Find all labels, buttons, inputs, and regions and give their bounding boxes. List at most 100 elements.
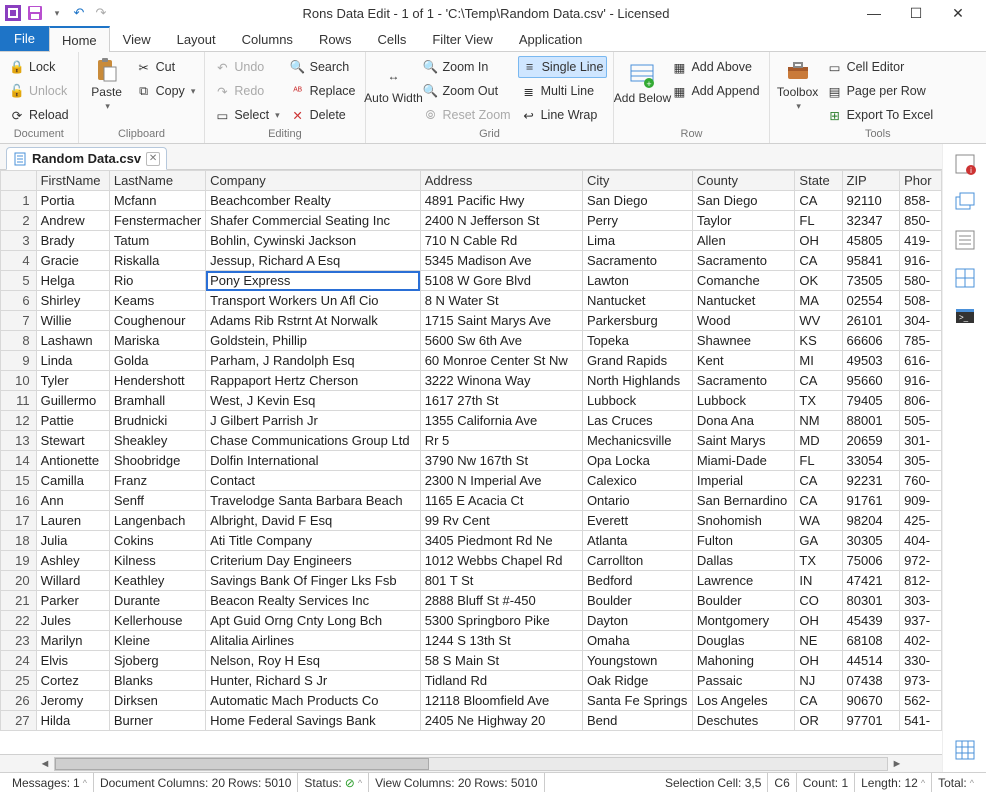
row-number[interactable]: 3 <box>1 231 37 251</box>
cell[interactable]: Bohlin, Cywinski Jackson <box>206 231 421 251</box>
cell[interactable]: OR <box>795 711 842 731</box>
cell[interactable]: Sacramento <box>692 251 795 271</box>
console-icon[interactable]: >_ <box>953 304 977 328</box>
cell[interactable]: 47421 <box>842 571 900 591</box>
row-number[interactable]: 10 <box>1 371 37 391</box>
singleline-button[interactable]: ≡Single Line <box>518 56 608 78</box>
unlock-button[interactable]: 🔓Unlock <box>6 80 72 102</box>
cell[interactable]: San Diego <box>582 191 692 211</box>
cell[interactable]: Oak Ridge <box>582 671 692 691</box>
cell[interactable]: OH <box>795 231 842 251</box>
toolbox-button[interactable]: Toolbox▾ <box>776 56 820 112</box>
cell[interactable]: WV <box>795 311 842 331</box>
addbelow-button[interactable]: +Add Below <box>620 56 664 112</box>
minimize-button[interactable]: — <box>862 5 886 22</box>
table-row[interactable]: 5HelgaRioPony Express5108 W Gore BlvdLaw… <box>1 271 942 291</box>
select-button[interactable]: ▭Select▾ <box>211 104 282 126</box>
row-number[interactable]: 5 <box>1 271 37 291</box>
cell[interactable]: North Highlands <box>582 371 692 391</box>
cell[interactable]: Ati Title Company <box>206 531 421 551</box>
cell[interactable]: Portia <box>36 191 109 211</box>
cell[interactable]: Ann <box>36 491 109 511</box>
cell[interactable]: 858- <box>900 191 942 211</box>
cell[interactable]: OK <box>795 271 842 291</box>
cell[interactable]: MD <box>795 431 842 451</box>
redo-button[interactable]: ↷Redo <box>211 80 282 102</box>
replace-button[interactable]: ᴬᴮReplace <box>287 80 359 102</box>
cell[interactable]: Carrollton <box>582 551 692 571</box>
row-number[interactable]: 27 <box>1 711 37 731</box>
export-button[interactable]: ⊞Export To Excel <box>824 104 937 126</box>
table-row[interactable]: 3BradyTatumBohlin, Cywinski Jackson710 N… <box>1 231 942 251</box>
cell[interactable]: Nantucket <box>582 291 692 311</box>
cell[interactable]: CA <box>795 491 842 511</box>
menu-tab-cells[interactable]: Cells <box>364 26 419 51</box>
worksheet-tab[interactable]: Random Data.csv ✕ <box>6 147 167 170</box>
table-row[interactable]: 16AnnSenffTravelodge Santa Barbara Beach… <box>1 491 942 511</box>
redo-qat-icon[interactable]: ↷ <box>92 4 110 22</box>
cell[interactable]: Bedford <box>582 571 692 591</box>
cell[interactable]: Sacramento <box>582 251 692 271</box>
cell[interactable]: Kilness <box>109 551 205 571</box>
cell[interactable]: Youngstown <box>582 651 692 671</box>
cell[interactable]: 90670 <box>842 691 900 711</box>
cell[interactable]: Camilla <box>36 471 109 491</box>
cell[interactable]: Rappaport Hertz Cherson <box>206 371 421 391</box>
cell[interactable]: 07438 <box>842 671 900 691</box>
windows-icon[interactable] <box>953 190 977 214</box>
cell[interactable]: 92231 <box>842 471 900 491</box>
cell[interactable]: KS <box>795 331 842 351</box>
table-row[interactable]: 14AntionetteShoobridgeDolfin Internation… <box>1 451 942 471</box>
cell[interactable]: 4891 Pacific Hwy <box>420 191 582 211</box>
cell[interactable]: Shoobridge <box>109 451 205 471</box>
cell[interactable]: Shirley <box>36 291 109 311</box>
menu-tab-filter-view[interactable]: Filter View <box>419 26 505 51</box>
cell[interactable]: Golda <box>109 351 205 371</box>
cell[interactable]: Los Angeles <box>692 691 795 711</box>
cell[interactable]: Hendershott <box>109 371 205 391</box>
cell[interactable]: 404- <box>900 531 942 551</box>
cell[interactable]: Willie <box>36 311 109 331</box>
cell[interactable]: NM <box>795 411 842 431</box>
cell[interactable]: Tyler <box>36 371 109 391</box>
cell[interactable]: 97701 <box>842 711 900 731</box>
table-row[interactable]: 22JulesKellerhouseApt Guid Orng Cnty Lon… <box>1 611 942 631</box>
cell[interactable]: 49503 <box>842 351 900 371</box>
cell[interactable]: Lauren <box>36 511 109 531</box>
save-icon[interactable] <box>26 4 44 22</box>
row-number[interactable]: 22 <box>1 611 37 631</box>
cell[interactable]: Albright, David F Esq <box>206 511 421 531</box>
cell[interactable]: 806- <box>900 391 942 411</box>
cell[interactable]: Passaic <box>692 671 795 691</box>
cell[interactable]: 66606 <box>842 331 900 351</box>
cell[interactable]: Boulder <box>582 591 692 611</box>
celleditor-button[interactable]: ▭Cell Editor <box>824 56 937 78</box>
copy-button[interactable]: ⧉Copy▾ <box>133 80 199 102</box>
row-number[interactable]: 24 <box>1 651 37 671</box>
column-header[interactable]: State <box>795 171 842 191</box>
cell[interactable]: Andrew <box>36 211 109 231</box>
cell[interactable]: Travelodge Santa Barbara Beach <box>206 491 421 511</box>
cell[interactable]: 972- <box>900 551 942 571</box>
cell[interactable]: Alitalia Airlines <box>206 631 421 651</box>
cell[interactable]: 5108 W Gore Blvd <box>420 271 582 291</box>
row-number[interactable]: 19 <box>1 551 37 571</box>
row-number[interactable]: 15 <box>1 471 37 491</box>
column-header[interactable]: Phor <box>900 171 942 191</box>
cell[interactable]: 5345 Madison Ave <box>420 251 582 271</box>
column-header[interactable]: City <box>582 171 692 191</box>
cell[interactable]: CO <box>795 591 842 611</box>
cell[interactable]: Willard <box>36 571 109 591</box>
cell[interactable]: 1165 E Acacia Ct <box>420 491 582 511</box>
cell[interactable]: Rr 5 <box>420 431 582 451</box>
cell[interactable]: Nantucket <box>692 291 795 311</box>
cell[interactable]: 95660 <box>842 371 900 391</box>
cell[interactable]: FL <box>795 451 842 471</box>
cell[interactable]: Parham, J Randolph Esq <box>206 351 421 371</box>
cell[interactable]: Sheakley <box>109 431 205 451</box>
cell[interactable]: 801 T St <box>420 571 582 591</box>
autowidth-button[interactable]: ↔Auto Width <box>372 56 416 112</box>
row-number[interactable]: 9 <box>1 351 37 371</box>
cell[interactable]: TX <box>795 391 842 411</box>
cell[interactable]: GA <box>795 531 842 551</box>
